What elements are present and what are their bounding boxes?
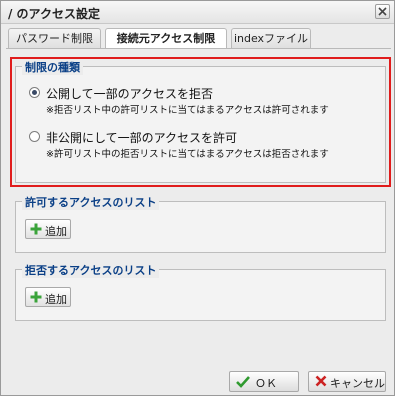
deny-list-group: 拒否するアクセスのリスト 追加 (15, 262, 386, 321)
tab-source-access-restriction[interactable]: 接続元アクセス制限 (105, 28, 227, 50)
cancel-button[interactable]: キャンセル (308, 371, 386, 392)
close-button[interactable] (375, 4, 390, 19)
restriction-type-group: 制限の種類 公開して一部のアクセスを拒否 ※拒否リスト中の許可リストに当てはまる… (15, 59, 386, 183)
title-bar: / のアクセス設定 (1, 1, 394, 24)
x-icon (315, 375, 327, 387)
radio-label-public-deny[interactable]: 公開して一部のアクセスを拒否 (46, 85, 213, 102)
deny-list-legend: 拒否するアクセスのリスト (22, 262, 160, 278)
allow-list-legend: 許可するアクセスのリスト (22, 194, 160, 210)
access-settings-dialog: / のアクセス設定 パスワード制限 接続元アクセス制限 indexファイル 制限… (0, 0, 395, 396)
ok-label: ＯＫ (255, 377, 277, 390)
radio-button-public-deny[interactable] (29, 87, 40, 98)
tab-index-file[interactable]: indexファイル (231, 28, 311, 49)
cancel-label: キャンセル (330, 377, 385, 390)
ok-button[interactable]: ＯＫ (229, 371, 299, 392)
allow-list-add-button[interactable]: 追加 (25, 219, 71, 239)
plus-icon (30, 291, 42, 303)
plus-icon (30, 223, 42, 235)
tab-panel-source-access: 制限の種類 公開して一部のアクセスを拒否 ※拒否リスト中の許可リストに当てはまる… (6, 49, 391, 354)
radio-note-private-allow: ※許可リスト中の拒否リストに当てはまるアクセスは拒否されます (46, 149, 329, 160)
close-icon (378, 7, 387, 16)
check-icon (236, 376, 250, 388)
radio-note-public-deny: ※拒否リスト中の許可リストに当てはまるアクセスは許可されます (46, 105, 329, 116)
restriction-type-legend: 制限の種類 (22, 59, 83, 75)
radio-label-private-allow[interactable]: 非公開にして一部のアクセスを許可 (46, 129, 237, 146)
tab-password-restriction[interactable]: パスワード制限 (8, 28, 101, 49)
allow-list-add-label: 追加 (45, 225, 67, 238)
radio-button-private-allow[interactable] (29, 131, 40, 142)
deny-list-add-button[interactable]: 追加 (25, 287, 71, 307)
deny-list-add-label: 追加 (45, 293, 67, 306)
allow-list-group: 許可するアクセスのリスト 追加 (15, 194, 386, 253)
dialog-title: / のアクセス設定 (8, 7, 100, 21)
